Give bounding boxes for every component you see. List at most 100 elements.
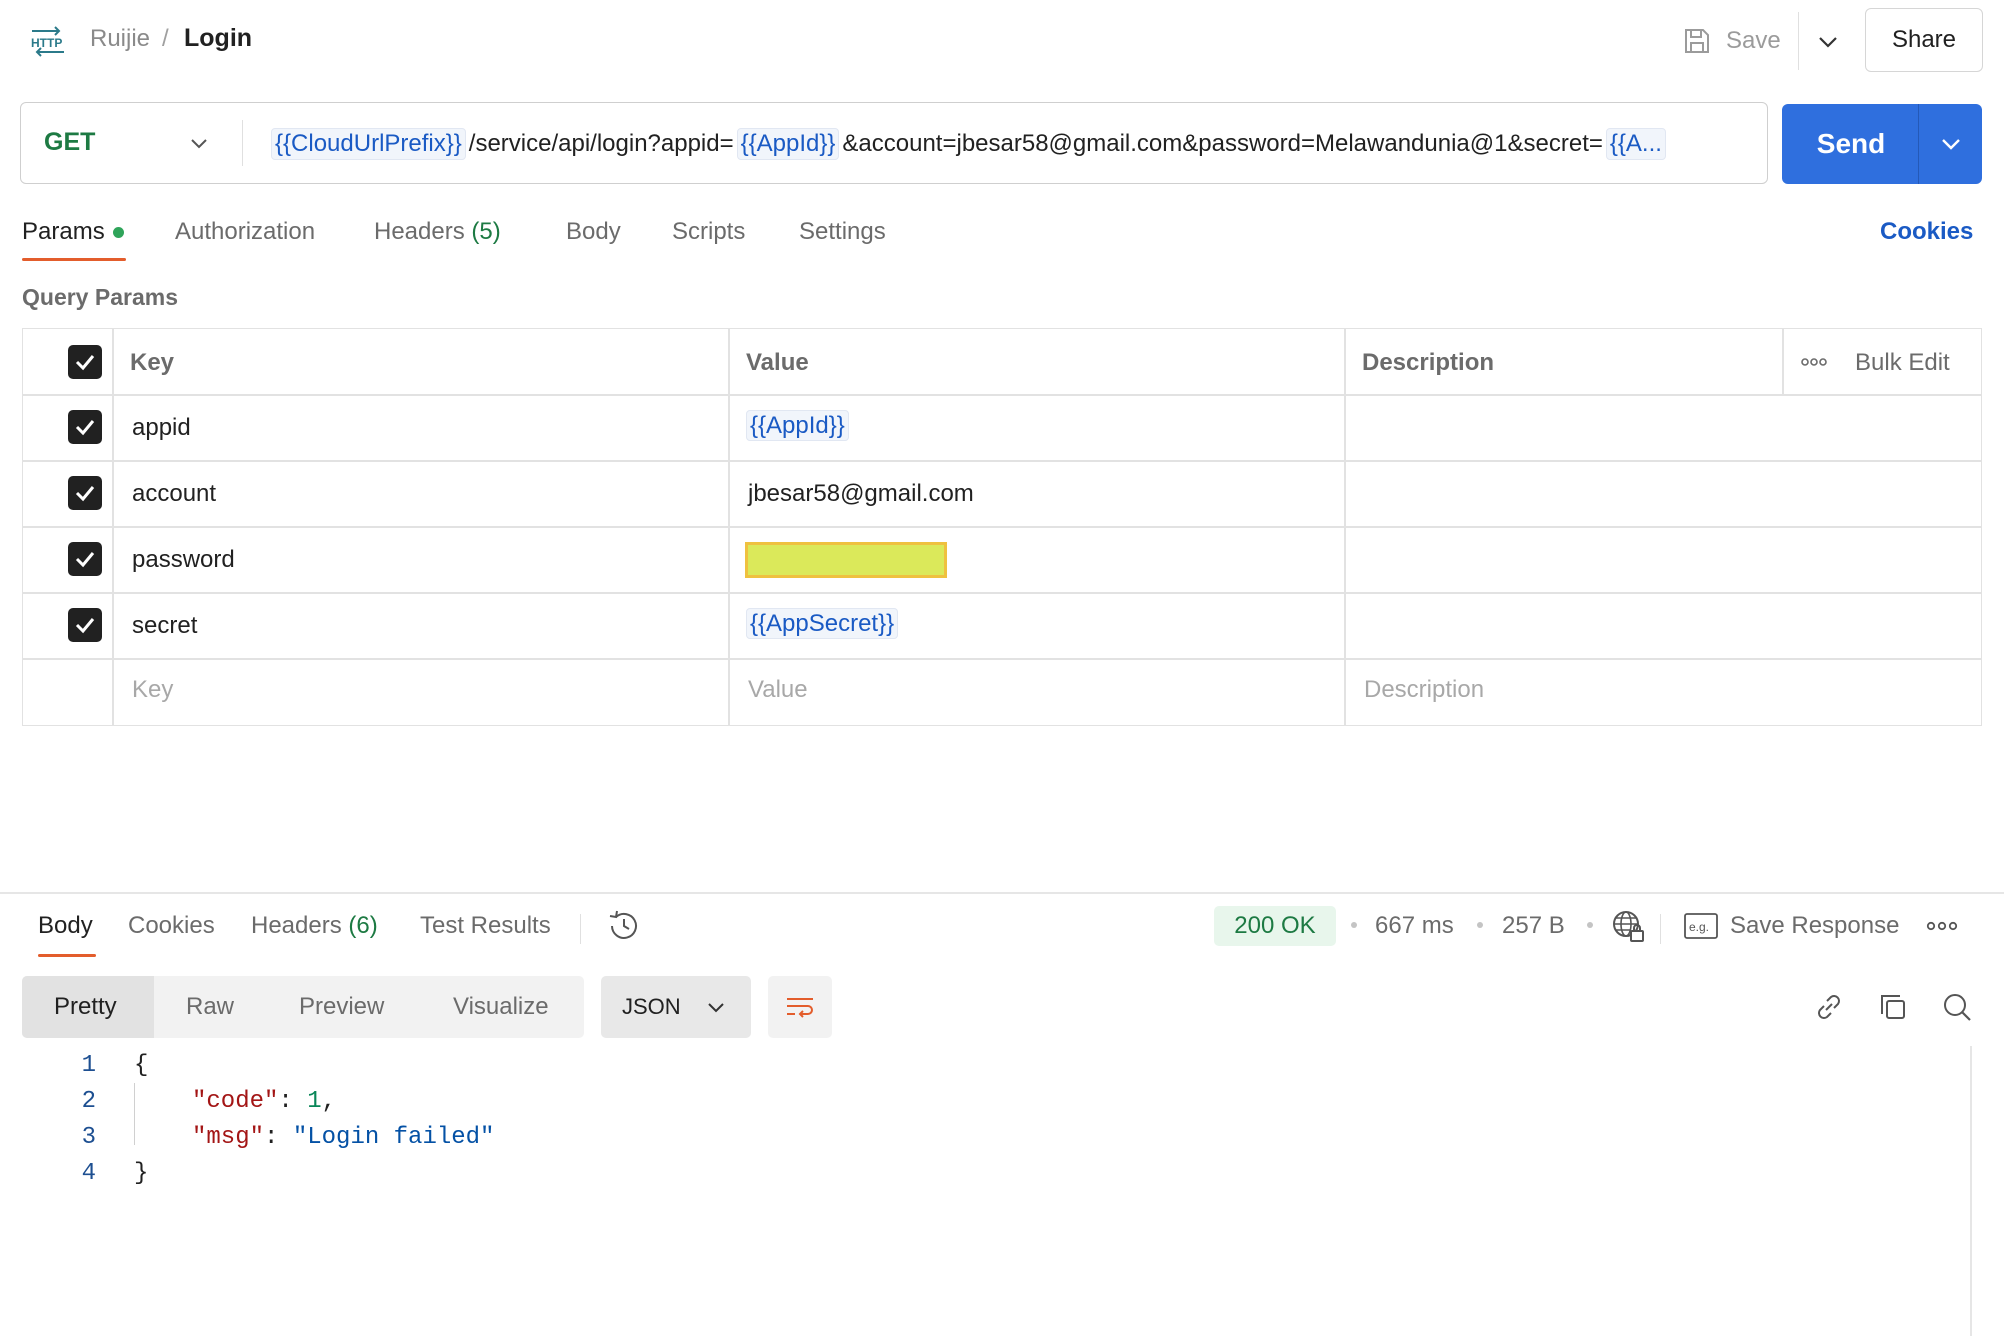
wrap-lines-button[interactable] [768,976,832,1038]
tab-scripts[interactable]: Scripts [672,218,745,246]
svg-text:HTTP: HTTP [31,36,62,50]
column-header-description: Description [1362,349,1495,376]
url-variable-chip: {{A... [1605,128,1666,160]
column-header-value: Value [746,349,809,376]
method-chevron-down-icon[interactable] [184,126,214,160]
tab-authorization[interactable]: Authorization [175,218,315,246]
url-divider [242,120,243,166]
tab-params-label: Params [22,218,105,245]
save-response-button[interactable]: Save Response [1730,912,1899,940]
new-param-value-input[interactable]: Value [748,676,808,704]
response-more-options-icon[interactable] [1926,916,1958,936]
save-button[interactable]: Save [1682,18,1781,64]
code-line-open-brace[interactable]: { [134,1052,148,1079]
svg-text:e.g.: e.g. [1689,920,1709,934]
new-param-description-input[interactable]: Description [1364,676,1484,704]
param-value[interactable]: jbesar58@gmail.com [748,480,974,508]
meta-separator-dot [1351,922,1357,928]
bulk-edit-button[interactable]: Bulk Edit [1855,349,1950,377]
network-globe-lock-icon[interactable] [1610,908,1646,944]
response-time[interactable]: 667 ms [1375,912,1454,940]
column-divider [728,328,730,726]
response-active-tab-indicator [38,954,96,957]
view-visualize-button[interactable]: Visualize [453,993,549,1021]
header-divider [1798,12,1799,70]
send-label[interactable]: Send [1782,104,1920,184]
active-tab-indicator [22,258,126,261]
param-checkbox[interactable] [68,476,102,510]
method-select[interactable]: GET [44,128,95,157]
param-checkbox[interactable] [68,410,102,444]
code-line-msg[interactable]: "msg": "Login failed" [192,1124,494,1151]
tab-headers[interactable]: Headers (5) [374,218,501,246]
json-value-msg: "Login failed" [292,1124,495,1151]
status-badge[interactable]: 200 OK [1214,906,1336,946]
view-preview-button[interactable]: Preview [299,993,384,1021]
tab-params[interactable]: Params [22,218,124,246]
meta-separator-dot [1477,922,1483,928]
save-options-chevron-down-icon[interactable] [1808,22,1848,62]
param-value[interactable]: {{AppId}} [746,410,849,441]
indent-guide [134,1083,135,1145]
view-pretty-button[interactable]: Pretty [54,993,117,1021]
more-options-icon[interactable] [1800,352,1828,372]
url-variable-chip: {{CloudUrlPrefix}} [271,128,466,160]
editor-scrollbar-track[interactable] [1970,1046,1972,1336]
response-tab-cookies[interactable]: Cookies [128,912,215,940]
column-divider [1344,328,1346,726]
share-button[interactable]: Share [1865,8,1983,72]
save-icon [1682,26,1712,56]
response-tab-headers-count: (6) [348,912,378,939]
copy-icon[interactable] [1874,988,1912,1026]
column-header-key: Key [130,349,175,376]
password-value-redacted[interactable] [745,542,947,578]
response-tab-headers[interactable]: Headers (6) [251,912,378,940]
row-divider [22,592,1982,594]
code-line-close-brace[interactable]: } [134,1160,148,1187]
row-divider [22,526,1982,528]
response-panel-divider[interactable] [0,892,2004,894]
param-key[interactable]: appid [132,414,191,442]
select-all-checkbox[interactable] [68,345,102,379]
column-divider [112,328,114,726]
http-request-icon: HTTP [28,22,68,60]
code-line-code[interactable]: "code": 1, [192,1088,336,1115]
line-number: 2 [81,1088,96,1115]
param-checkbox[interactable] [68,542,102,576]
view-raw-button[interactable]: Raw [186,993,234,1021]
params-active-dot [112,227,124,239]
example-icon[interactable]: e.g. [1684,912,1718,940]
link-icon[interactable] [1810,988,1848,1026]
format-select-label[interactable]: JSON [622,994,681,1020]
search-icon[interactable] [1938,988,1976,1026]
row-divider [22,394,1982,396]
cookies-link[interactable]: Cookies [1880,218,1973,246]
response-tabs-divider [580,914,581,944]
param-key[interactable]: secret [132,612,197,640]
column-divider [1782,328,1784,394]
url-input[interactable]: {{CloudUrlPrefix}}/service/api/login?app… [268,124,1752,164]
history-icon[interactable] [606,908,642,944]
param-checkbox[interactable] [68,608,102,642]
param-value[interactable]: {{AppSecret}} [746,608,899,639]
json-key-code: "code" [192,1088,279,1115]
variable-chip: {{AppSecret}} [746,608,899,639]
line-number: 1 [81,1052,96,1079]
param-key[interactable]: account [132,480,216,508]
row-divider [22,460,1982,462]
response-tab-body[interactable]: Body [38,912,93,940]
response-tab-test-results[interactable]: Test Results [420,912,551,940]
tab-headers-label: Headers [374,218,465,245]
variable-chip: {{AppId}} [746,410,849,441]
new-param-key-input[interactable]: Key [132,676,173,704]
send-options-chevron-down-icon[interactable] [1920,104,1982,184]
tab-body[interactable]: Body [566,218,621,246]
format-chevron-down-icon[interactable] [700,990,732,1024]
breadcrumb-collection[interactable]: Ruijie [90,25,150,53]
wrap-lines-icon [784,993,816,1021]
save-label: Save [1726,27,1781,54]
request-title[interactable]: Login [184,24,252,53]
tab-settings[interactable]: Settings [799,218,886,246]
param-key[interactable]: password [132,546,235,574]
response-size[interactable]: 257 B [1502,912,1565,940]
